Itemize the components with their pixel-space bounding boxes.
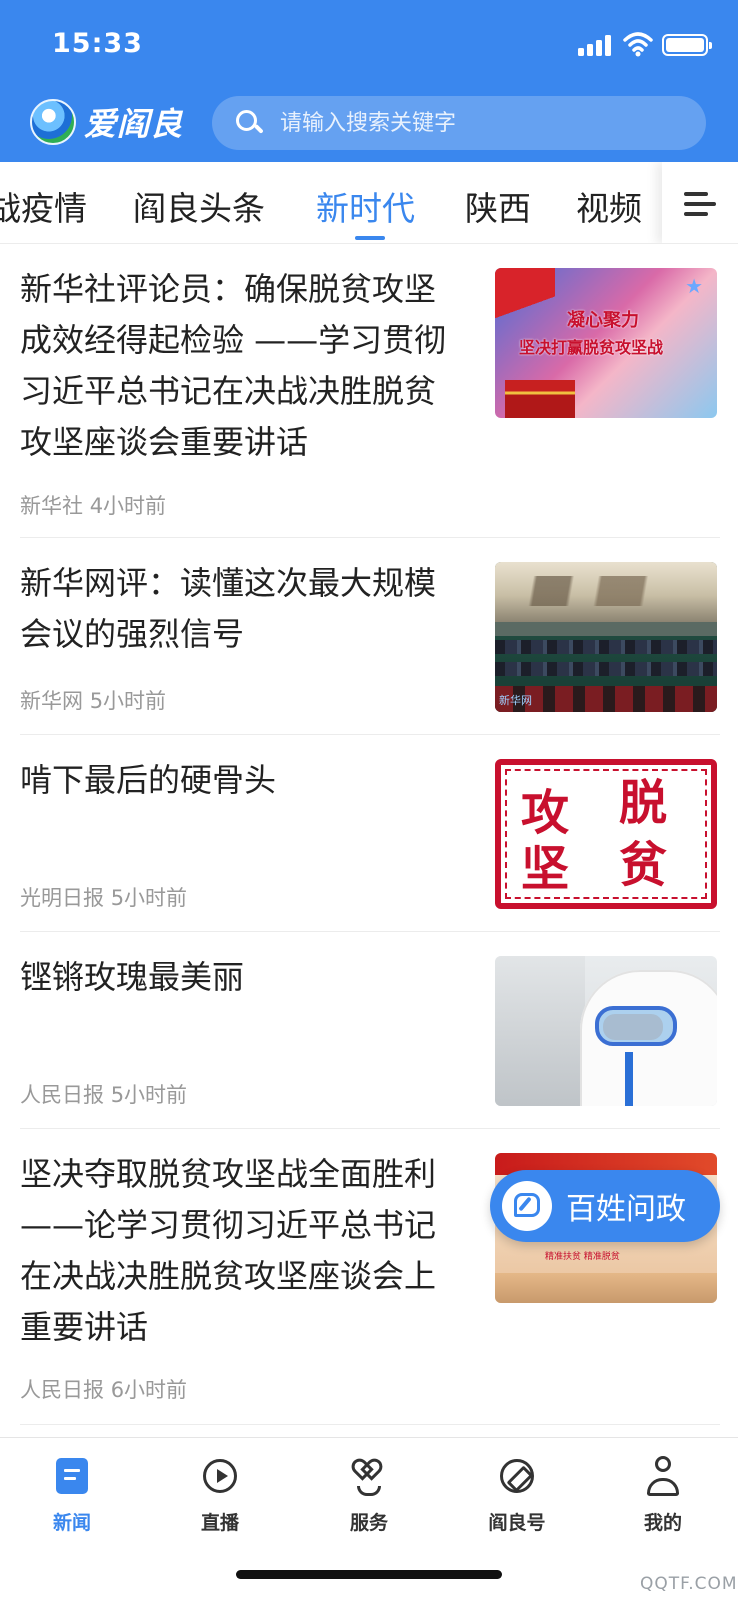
- nav-news[interactable]: 新闻: [12, 1454, 132, 1554]
- news-time: 5小时前: [110, 886, 188, 910]
- nav-services[interactable]: 服务: [309, 1454, 429, 1554]
- news-meta: 人民日报 6小时前: [20, 1374, 187, 1404]
- news-source: 人民日报: [20, 1083, 104, 1107]
- news-meta: 人民日报 5小时前: [20, 1079, 187, 1109]
- star-icon: ★: [685, 274, 703, 298]
- news-title: 新华网评：读懂这次最大规模会议的强烈信号: [20, 564, 437, 653]
- news-title: 坚决夺取脱贫攻坚战全面胜利——论学习贯彻习近平总书记在决战决胜脱贫攻坚座谈会上重…: [20, 1155, 437, 1346]
- menu-icon: [684, 192, 708, 196]
- news-time: 6小时前: [110, 1378, 188, 1402]
- news-thumbnail: [495, 956, 717, 1106]
- news-title: 铿锵玫瑰最美丽: [20, 958, 245, 996]
- app-name: 爱阎良: [84, 105, 184, 143]
- news-source: 光明日报: [20, 886, 104, 910]
- watermark: QQTF.COM: [640, 1574, 738, 1594]
- news-item[interactable]: 铿锵玫瑰最美丽 人民日报 5小时前: [20, 932, 720, 1129]
- cellular-signal-icon: [578, 34, 614, 56]
- channel-tabs: 战疫情 阎良头条 新时代 陕西 视频: [0, 162, 738, 244]
- news-meta: 新华网 5小时前: [20, 685, 166, 715]
- logo-mark-icon: [30, 99, 76, 145]
- news-source: 新华社: [20, 494, 83, 518]
- tab-new-era[interactable]: 新时代: [316, 182, 415, 230]
- search-bar[interactable]: [212, 96, 706, 150]
- chat-edit-icon: [502, 1181, 552, 1231]
- news-item[interactable]: 新华社评论员：确保脱贫攻坚成效经得起检验 ——学习贯彻习近平总书记在决战决胜脱贫…: [20, 244, 720, 538]
- active-tab-indicator: [355, 236, 385, 240]
- news-thumbnail: 脱 攻 贫 坚: [495, 759, 717, 909]
- channel-menu-button[interactable]: [662, 162, 738, 243]
- status-bar: 15:33: [0, 0, 738, 90]
- search-input[interactable]: [280, 110, 680, 136]
- news-title: 新华社评论员：确保脱贫攻坚成效经得起检验 ——学习贯彻习近平总书记在决战决胜脱贫…: [20, 270, 447, 461]
- battery-icon: [662, 34, 712, 56]
- wifi-icon: [623, 32, 653, 57]
- public-inquiry-button[interactable]: 百姓问政: [490, 1170, 720, 1242]
- news-thumbnail: 新华网: [495, 562, 717, 712]
- home-indicator[interactable]: [236, 1570, 502, 1579]
- news-source: 人民日报: [20, 1378, 104, 1402]
- news-time: 4小时前: [89, 494, 167, 518]
- news-time: 5小时前: [110, 1083, 188, 1107]
- news-title: 啃下最后的硬骨头: [20, 761, 277, 799]
- app-header: 15:33 爱阎良: [0, 0, 738, 162]
- compass-icon: [495, 1454, 539, 1498]
- public-inquiry-label: 百姓问政: [566, 1192, 686, 1227]
- app-logo[interactable]: 爱阎良: [30, 96, 183, 148]
- status-time: 15:33: [52, 28, 143, 59]
- news-meta: 新华社 4小时前: [20, 490, 166, 520]
- tab-yanliang-headlines[interactable]: 阎良头条: [133, 182, 265, 230]
- news-meta: 光明日报 5小时前: [20, 882, 187, 912]
- user-icon: [641, 1454, 685, 1498]
- news-source: 新华网: [20, 689, 83, 713]
- news-item[interactable]: 新华网评：读懂这次最大规模会议的强烈信号 新华网 5小时前 新华网: [20, 538, 720, 735]
- nav-yanliang-account[interactable]: 阎良号: [457, 1454, 577, 1554]
- heart-hands-icon: [347, 1454, 391, 1498]
- nav-live[interactable]: 直播: [160, 1454, 280, 1554]
- news-icon: [50, 1454, 94, 1498]
- tab-shaanxi[interactable]: 陕西: [465, 182, 531, 230]
- tab-video[interactable]: 视频: [576, 182, 642, 230]
- news-item[interactable]: 啃下最后的硬骨头 光明日报 5小时前 脱 攻 贫 坚: [20, 735, 720, 932]
- news-time: 5小时前: [89, 689, 167, 713]
- play-icon: [198, 1454, 242, 1498]
- tab-epidemic[interactable]: 战疫情: [0, 182, 87, 230]
- news-thumbnail: ★ 凝心聚力 坚决打赢脱贫攻坚战: [495, 268, 717, 418]
- nav-profile[interactable]: 我的: [603, 1454, 723, 1554]
- search-icon: [234, 108, 264, 138]
